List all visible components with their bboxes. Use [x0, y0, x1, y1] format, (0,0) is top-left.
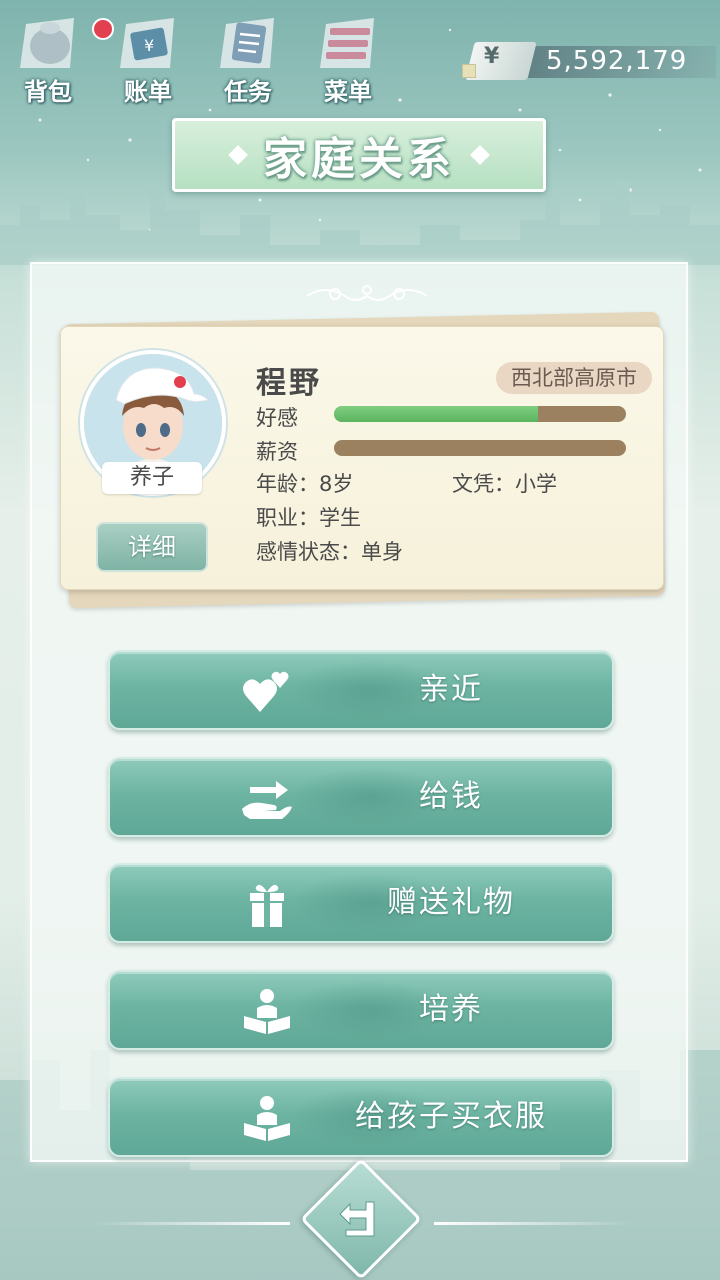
svg-text:¥: ¥ [144, 36, 154, 55]
bag-icon [20, 18, 74, 68]
currency-symbol: ¥ [484, 44, 500, 69]
favor-label: 好感 [256, 406, 298, 430]
bag-button[interactable]: 背包 [2, 8, 114, 106]
task-label: 任务 [224, 78, 272, 106]
coin-icon [462, 64, 476, 78]
give-money-icon [242, 781, 292, 819]
back-arrow-icon [339, 1201, 375, 1237]
divider-line [90, 1222, 290, 1225]
reading-icon [244, 1096, 290, 1141]
menu-button[interactable]: 菜单 [302, 8, 392, 106]
give-gift-label: 赠送礼物 [387, 885, 515, 920]
bag-label: 背包 [24, 78, 72, 106]
give-money-button[interactable]: 给钱 [108, 757, 614, 837]
hearts-icon [243, 671, 289, 712]
close-action-label: 亲近 [419, 672, 483, 707]
gift-icon [250, 884, 284, 927]
close-action-button[interactable]: 亲近 [108, 650, 614, 730]
scroll-ornament-icon [306, 285, 428, 301]
give-money-label: 给钱 [419, 779, 483, 814]
task-icon [220, 18, 274, 68]
money-display: ¥ 5,592,179 [462, 42, 716, 82]
bill-label: 账单 [124, 78, 172, 106]
favor-bar-fill [334, 406, 539, 422]
title-plate: 家庭关系 [172, 118, 546, 192]
divider-line [434, 1222, 634, 1225]
salary-bar [334, 440, 626, 456]
education-text: 文凭：小学 [452, 472, 557, 496]
bill-button[interactable]: ¥ 账单 [102, 8, 192, 106]
money-amount: 5,592,179 [546, 46, 688, 76]
menu-icon [320, 18, 374, 68]
give-gift-button[interactable]: 赠送礼物 [108, 863, 614, 943]
reading-icon [244, 989, 290, 1034]
age-text: 年龄：8岁 [256, 472, 354, 496]
buy-clothes-button[interactable]: 给孩子买衣服 [108, 1077, 614, 1157]
region-badge: 西北部高原市 [496, 362, 652, 394]
buy-clothes-label: 给孩子买衣服 [355, 1099, 547, 1134]
job-text: 职业：学生 [256, 506, 361, 530]
task-button[interactable]: 任务 [202, 8, 292, 106]
top-bar: 背包 ¥ 账单 任务 菜单 ¥ 5,592,179 [0, 0, 720, 110]
menu-label: 菜单 [324, 78, 372, 106]
relation-label: 养子 [102, 462, 202, 494]
page-title: 家庭关系 [263, 134, 455, 185]
diamond-icon [228, 145, 248, 165]
character-name: 程野 [256, 366, 322, 401]
bill-icon: ¥ [120, 18, 174, 68]
relationship-status-text: 感情状态：单身 [256, 540, 403, 564]
salary-label: 薪资 [256, 440, 298, 464]
diamond-icon [470, 145, 490, 165]
favor-bar [334, 406, 626, 422]
detail-button[interactable]: 详细 [96, 522, 208, 572]
nurture-label: 培养 [419, 992, 483, 1027]
nurture-button[interactable]: 培养 [108, 970, 614, 1050]
